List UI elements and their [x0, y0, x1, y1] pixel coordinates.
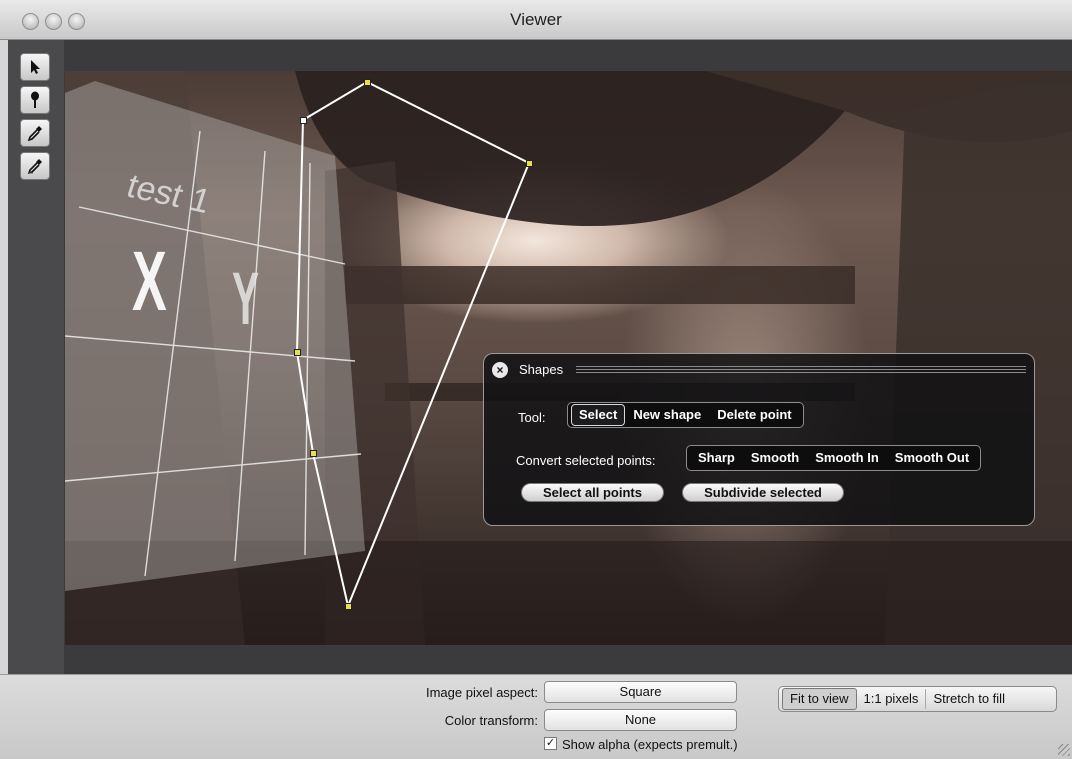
overlay-letter-x: X	[132, 234, 167, 328]
close-icon[interactable]: ×	[492, 362, 508, 378]
convert-smooth-out-option[interactable]: Smooth Out	[887, 448, 977, 468]
title-bar: Viewer	[0, 0, 1072, 40]
tool-segmented-control: Select New shape Delete point	[567, 402, 804, 428]
shape-point[interactable]	[294, 349, 301, 356]
tool-delete-point-option[interactable]: Delete point	[709, 405, 799, 425]
color-transform-label: Color transform:	[444, 713, 538, 728]
show-alpha-label: Show alpha (expects premult.)	[562, 737, 738, 752]
pixel-aspect-label: Image pixel aspect:	[425, 685, 538, 700]
convert-smooth-in-option[interactable]: Smooth In	[807, 448, 887, 468]
paint-brush-icon[interactable]	[20, 86, 50, 114]
stretch-to-fill-option[interactable]: Stretch to fill	[926, 689, 1012, 709]
shape-point[interactable]	[310, 450, 317, 457]
one-to-one-pixels-option[interactable]: 1:1 pixels	[857, 689, 927, 709]
tool-select-option[interactable]: Select	[571, 404, 626, 426]
fit-to-view-option[interactable]: Fit to view	[782, 688, 857, 710]
color-transform-popup[interactable]: None	[544, 709, 737, 731]
overlay-letter-y: Y	[232, 257, 260, 340]
pixel-aspect-popup[interactable]: Square	[544, 681, 737, 703]
shape-point[interactable]	[364, 79, 371, 86]
tool-new-shape-option[interactable]: New shape	[625, 405, 709, 425]
convert-smooth-option[interactable]: Smooth	[743, 448, 807, 468]
eyedropper-icon[interactable]	[20, 119, 50, 147]
shape-point[interactable]	[345, 603, 352, 610]
convert-segmented-control: Sharp Smooth Smooth In Smooth Out	[686, 445, 982, 471]
panel-drag-handle[interactable]	[576, 366, 1026, 374]
select-all-points-button[interactable]: Select all points	[521, 483, 664, 502]
convert-sharp-option[interactable]: Sharp	[690, 448, 743, 468]
tool-label: Tool:	[518, 410, 546, 425]
view-mode-segmented-control: Fit to view 1:1 pixels Stretch to fill	[778, 686, 1057, 712]
tool-strip	[8, 40, 64, 674]
panel-title: Shapes	[519, 362, 564, 377]
shape-point-selected[interactable]	[300, 117, 307, 124]
show-alpha-checkbox[interactable]: ✓	[544, 737, 557, 750]
subdivide-selected-button[interactable]: Subdivide selected	[682, 483, 844, 502]
convert-label: Convert selected points:	[516, 453, 656, 468]
eyedropper-alt-icon[interactable]	[20, 152, 50, 180]
resize-grip[interactable]	[1058, 744, 1070, 756]
select-arrow-icon[interactable]	[20, 53, 50, 81]
window-title: Viewer	[510, 10, 562, 29]
shape-point[interactable]	[526, 160, 533, 167]
shapes-panel: × Shapes Tool: Select New shape Delete p…	[483, 353, 1035, 526]
